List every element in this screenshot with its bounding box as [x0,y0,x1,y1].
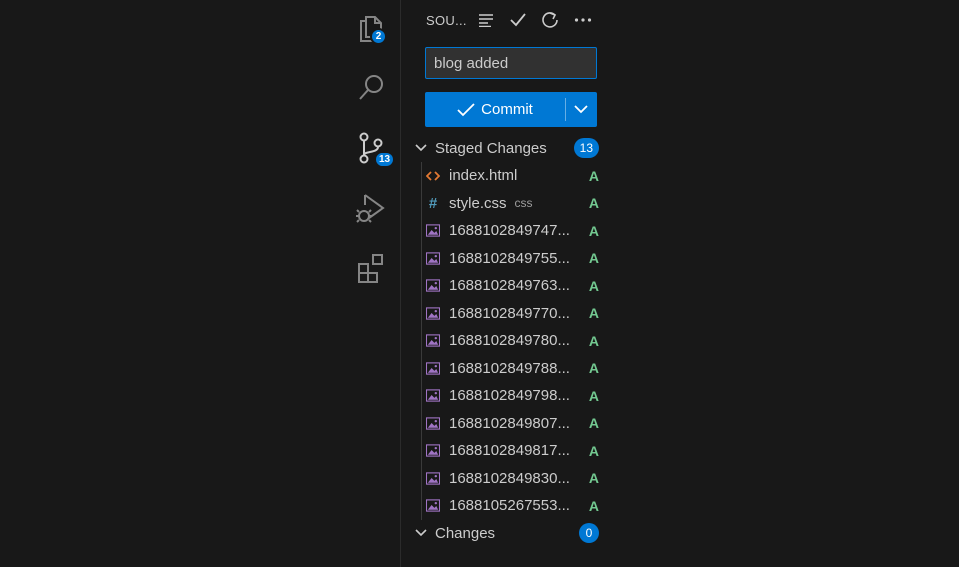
file-name: 1688102849830... [449,469,570,487]
commit-button-label: Commit [481,101,533,118]
file-status: A [588,360,599,377]
file-status: A [588,387,599,404]
scm-badge: 13 [374,151,396,168]
file-status: A [588,442,599,459]
explorer-button[interactable]: 2 [354,10,388,45]
file-name: 1688102849755... [449,249,570,267]
image-file-icon [426,444,440,458]
file-status: A [588,470,599,487]
image-file-icon [426,471,440,485]
staged-file-row[interactable]: 1688102849763... A [421,272,599,300]
activity-bar: 2 13 [340,0,400,567]
view-as-tree-button[interactable] [475,9,497,31]
image-file-icon [426,306,440,320]
file-name: 1688102849770... [449,304,570,322]
file-name: 1688102849780... [449,332,570,350]
file-status: A [588,305,599,322]
file-status: A [588,332,599,349]
refresh-icon [542,12,558,28]
staged-file-row[interactable]: # style.css css A [421,190,599,218]
file-folder: css [514,196,533,211]
changes-header[interactable]: Changes 0 [415,521,599,545]
image-file-icon [426,416,440,430]
commit-dropdown-button[interactable] [565,92,597,127]
file-status: A [588,222,599,239]
file-status: A [588,497,599,514]
staged-file-row[interactable]: 1688102849798... A [421,382,599,410]
file-status: A [588,277,599,294]
staged-file-row[interactable]: index.html A [421,162,599,190]
staged-file-list: index.html A # style.css css A 1688102849747..… [421,162,599,520]
staged-file-row[interactable]: 1688102849747... A [421,217,599,245]
staged-count-badge: 13 [573,138,599,158]
chevron-down-icon [415,144,435,152]
chevron-down-icon [574,105,588,114]
file-status: A [588,250,599,267]
image-file-icon [426,334,440,348]
file-status: A [588,167,599,184]
chevron-down-icon [415,529,435,537]
explorer-badge: 2 [370,28,387,45]
changes-label: Changes [435,524,496,542]
commit-check-button[interactable] [507,9,529,31]
extensions-button[interactable] [354,251,388,285]
file-status: A [588,415,599,432]
staged-file-row[interactable]: 1688105267553... A [421,492,599,520]
list-icon [479,14,493,27]
file-name: index.html [449,167,518,185]
file-name: 1688102849763... [449,277,570,295]
changes-count-badge: 0 [579,523,599,543]
image-file-icon [426,279,440,293]
more-actions-button[interactable] [572,9,594,31]
staged-changes-label: Staged Changes [435,139,547,157]
refresh-button[interactable] [539,9,561,31]
staged-file-row[interactable]: 1688102849780... A [421,327,599,355]
file-name: 1688105267553... [449,497,570,515]
check-icon [457,102,475,116]
panel-header: SOU... [401,6,610,34]
html-file-icon [426,169,440,183]
search-icon [359,75,383,100]
source-control-button[interactable]: 13 [354,131,396,168]
commit-message-input[interactable] [425,47,597,79]
panel-title: SOU... [426,13,467,28]
staged-file-row[interactable]: 1688102849788... A [421,355,599,383]
staged-file-row[interactable]: 1688102849830... A [421,465,599,493]
check-icon [510,13,526,27]
file-name: style.css [449,194,507,212]
file-name: 1688102849798... [449,387,570,405]
file-name: 1688102849817... [449,442,570,460]
image-file-icon [426,499,440,513]
search-button[interactable] [354,70,388,104]
image-file-icon [426,361,440,375]
staged-file-row[interactable]: 1688102849807... A [421,410,599,438]
css-file-icon: # [428,194,438,212]
staged-file-row[interactable]: 1688102849817... A [421,437,599,465]
image-file-icon [426,389,440,403]
staged-file-row[interactable]: 1688102849755... A [421,245,599,273]
run-debug-icon [356,194,385,223]
staged-changes-header[interactable]: Staged Changes 13 [415,136,599,160]
file-name: 1688102849807... [449,414,570,432]
image-file-icon [426,251,440,265]
commit-button[interactable]: Commit [425,92,565,127]
file-status: A [588,195,599,212]
staged-file-row[interactable]: 1688102849770... A [421,300,599,328]
extensions-icon [358,254,383,283]
file-name: 1688102849788... [449,359,570,377]
image-file-icon [426,224,440,238]
more-icon [574,18,592,22]
file-name: 1688102849747... [449,222,570,240]
run-debug-button[interactable] [354,191,388,225]
